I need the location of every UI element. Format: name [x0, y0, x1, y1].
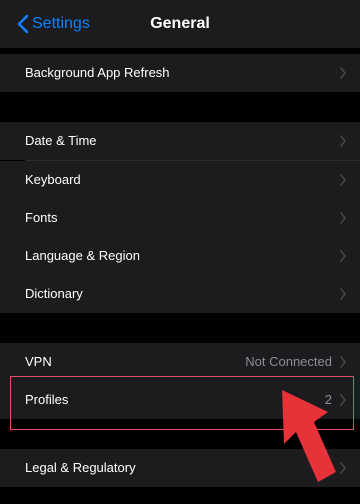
chevron-right-icon [340, 135, 346, 147]
chevron-right-icon [340, 394, 346, 406]
section-gap [0, 419, 360, 449]
row-label: Dictionary [25, 286, 83, 301]
row-language-region[interactable]: Language & Region [0, 237, 360, 275]
row-label: VPN [25, 354, 52, 369]
page-title: General [150, 15, 210, 32]
row-background-app-refresh[interactable]: Background App Refresh [0, 54, 360, 92]
row-profiles[interactable]: Profiles 2 [0, 381, 360, 419]
row-label: Date & Time [25, 133, 97, 148]
section-gap [0, 313, 360, 343]
section-gap [0, 487, 360, 504]
vpn-status-value: Not Connected [245, 354, 332, 369]
profiles-count-value: 2 [324, 392, 332, 407]
row-fonts[interactable]: Fonts [0, 199, 360, 237]
row-label: Fonts [25, 210, 58, 225]
row-keyboard[interactable]: Keyboard [0, 161, 360, 199]
row-legal-regulatory[interactable]: Legal & Regulatory [0, 449, 360, 487]
settings-screen: Settings General Background App Refresh … [0, 0, 360, 504]
chevron-right-icon [340, 174, 346, 186]
chevron-right-icon [340, 212, 346, 224]
row-dictionary[interactable]: Dictionary [0, 275, 360, 313]
row-date-time[interactable]: Date & Time [0, 122, 360, 160]
row-label: Profiles [25, 392, 69, 407]
chevron-right-icon [340, 462, 346, 474]
section-gap [0, 92, 360, 122]
chevron-right-icon [340, 250, 346, 262]
row-label: Legal & Regulatory [25, 460, 136, 475]
row-vpn[interactable]: VPN Not Connected [0, 343, 360, 381]
row-label: Language & Region [25, 248, 140, 263]
chevron-right-icon [340, 288, 346, 300]
row-label: Background App Refresh [25, 65, 170, 80]
navigation-bar: Settings General [0, 0, 360, 48]
chevron-right-icon [340, 67, 346, 79]
row-label: Keyboard [25, 172, 81, 187]
chevron-right-icon [340, 356, 346, 368]
